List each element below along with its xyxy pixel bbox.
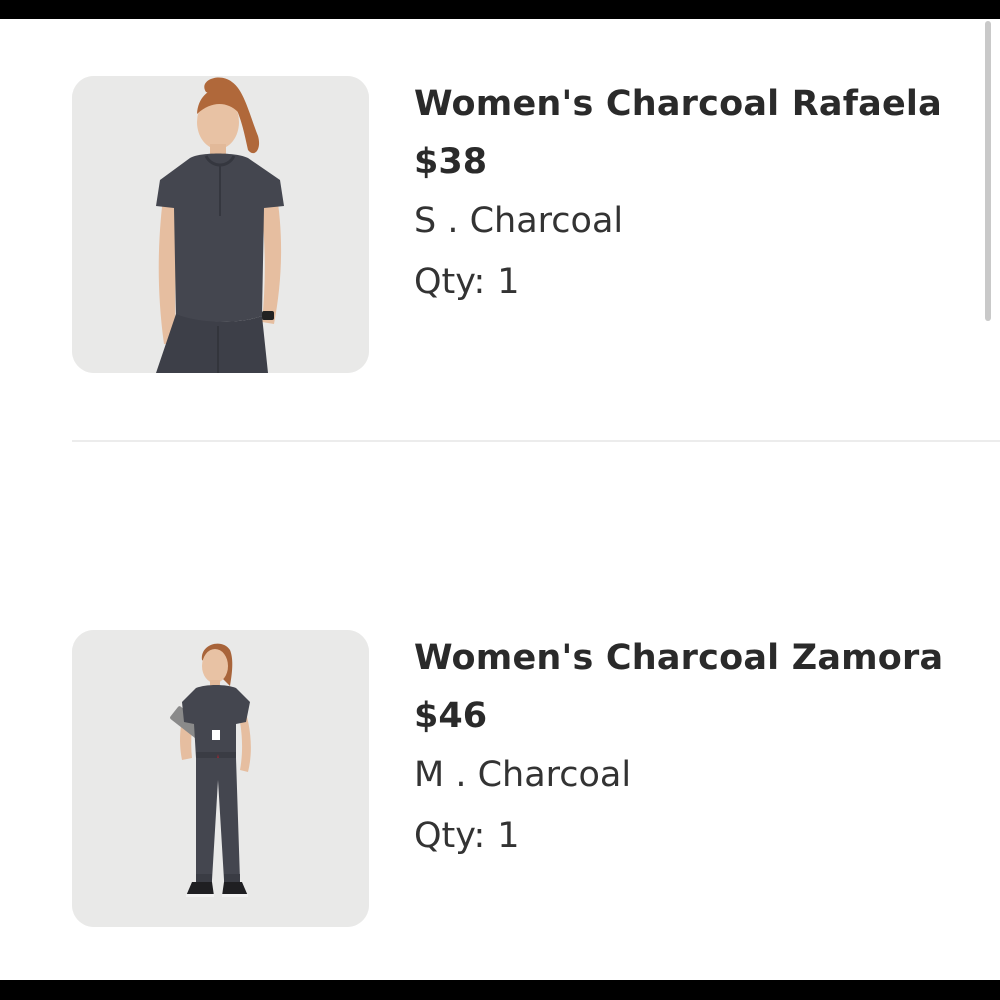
quantity-label: Qty:: [414, 262, 486, 302]
quantity-value: 1: [497, 816, 520, 856]
product-photo-top: [72, 76, 369, 373]
screen: Women's Charcoal Rafaela $38 S . Charcoa…: [0, 0, 1000, 1000]
product-price: $46: [414, 696, 488, 736]
cart-item[interactable]: Women's Charcoal Rafaela $38 S . Charcoa…: [72, 76, 1000, 374]
product-name[interactable]: Women's Charcoal Rafaela: [414, 84, 942, 124]
product-variant: M . Charcoal: [414, 755, 632, 795]
product-image[interactable]: [72, 630, 369, 927]
quantity-value: 1: [497, 262, 520, 302]
cart-item[interactable]: Women's Charcoal Zamora $46 M . Charcoal…: [72, 630, 1000, 928]
product-variant: S . Charcoal: [414, 201, 624, 241]
product-photo-jumpsuit: [72, 630, 369, 927]
product-image[interactable]: [72, 76, 369, 373]
item-divider: [72, 440, 1000, 442]
product-price: $38: [414, 142, 488, 182]
quantity-label: Qty:: [414, 816, 486, 856]
quantity: Qty: 1: [414, 816, 520, 856]
quantity: Qty: 1: [414, 262, 520, 302]
product-name[interactable]: Women's Charcoal Zamora: [414, 638, 943, 678]
cart-item-list: Women's Charcoal Rafaela $38 S . Charcoa…: [0, 19, 1000, 980]
